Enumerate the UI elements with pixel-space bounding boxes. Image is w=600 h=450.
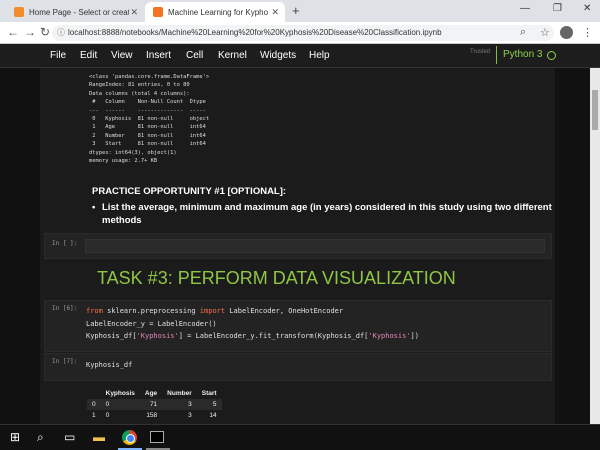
practice-heading: PRACTICE OPPORTUNITY #1 [OPTIONAL]: bbox=[92, 186, 287, 197]
table-header bbox=[87, 388, 101, 399]
more-icon[interactable]: ⋮ bbox=[582, 26, 593, 39]
menu-widgets[interactable]: Widgets bbox=[260, 50, 296, 61]
table-header: Kyphosis bbox=[105, 390, 135, 397]
menu-file[interactable]: File bbox=[50, 50, 66, 61]
table-cell: 3 bbox=[188, 412, 192, 419]
menu-kernel[interactable]: Kernel bbox=[218, 50, 247, 61]
browser-tab-notebook[interactable]: Machine Learning for Kyphosis D ✕ bbox=[145, 2, 285, 22]
code-input-empty[interactable] bbox=[85, 239, 545, 253]
tab-title: Machine Learning for Kyphosis D bbox=[168, 7, 268, 17]
windows-taskbar: ⊞ ⌕ ▭ ▬ bbox=[0, 424, 600, 450]
practice-bullet: List the average, minimum and maximum ag… bbox=[92, 201, 552, 227]
menu-view[interactable]: View bbox=[111, 50, 133, 61]
cell-prompt: In [ ]: bbox=[52, 240, 78, 247]
info-output-cell: <class 'pandas.core.frame.DataFrame'> Ra… bbox=[40, 68, 555, 178]
tab-title: Home Page - Select or create a n bbox=[29, 7, 129, 17]
code-input-7[interactable]: Kyphosis_df bbox=[86, 359, 132, 372]
maximize-icon[interactable]: ❐ bbox=[553, 3, 562, 14]
trusted-indicator[interactable]: Trusted bbox=[470, 49, 490, 55]
info-icon[interactable]: ⓘ bbox=[57, 25, 65, 41]
jupyter-favicon-icon bbox=[14, 7, 24, 17]
task-view-icon[interactable]: ▭ bbox=[64, 430, 75, 444]
table-header: Number bbox=[167, 390, 192, 397]
table-header: Start bbox=[201, 390, 217, 397]
task-heading: TASK #3: PERFORM DATA VISUALIZATION bbox=[97, 268, 456, 288]
cell-prompt: In [7]: bbox=[52, 358, 78, 365]
menu-edit[interactable]: Edit bbox=[80, 50, 97, 61]
new-tab-icon[interactable]: + bbox=[292, 3, 300, 18]
table-cell: 0 bbox=[92, 401, 96, 408]
account-icon[interactable] bbox=[560, 26, 573, 39]
minimize-icon[interactable]: — bbox=[520, 3, 530, 14]
jupyter-favicon-icon bbox=[153, 7, 163, 17]
windows-start-icon[interactable]: ⊞ bbox=[10, 430, 20, 444]
url-field[interactable]: ⓘ localhost:8888/notebooks/Machine%20Lea… bbox=[52, 25, 554, 41]
back-icon[interactable]: ← bbox=[7, 25, 19, 39]
table-header: Age bbox=[144, 390, 158, 397]
reload-icon[interactable]: ↻ bbox=[40, 25, 50, 39]
table-cell: 71 bbox=[149, 401, 158, 408]
star-icon[interactable]: ☆ bbox=[540, 26, 550, 39]
code-input-6[interactable]: from sklearn.preprocessing import LabelE… bbox=[86, 305, 419, 343]
dataframe-table: Kyphosis Age Number Start 0 0 71 3 5 1 0… bbox=[87, 388, 222, 421]
jupyter-menubar: File Edit View Insert Cell Kernel Widget… bbox=[0, 44, 600, 68]
scrollbar-thumb[interactable] bbox=[592, 90, 598, 130]
table-cell: 14 bbox=[209, 412, 217, 419]
cell-prompt: In [6]: bbox=[52, 305, 78, 312]
search-icon[interactable]: ⌕ bbox=[37, 430, 44, 445]
terminal-icon[interactable] bbox=[150, 431, 164, 443]
address-bar-row: ← → ↻ ⓘ localhost:8888/notebooks/Machine… bbox=[0, 22, 600, 44]
close-window-icon[interactable]: ✕ bbox=[583, 3, 591, 14]
notebook-area: <class 'pandas.core.frame.DataFrame'> Ra… bbox=[0, 68, 600, 424]
browser-tab-home[interactable]: Home Page - Select or create a n ✕ bbox=[6, 2, 144, 22]
url-text: localhost:8888/notebooks/Machine%20Learn… bbox=[68, 28, 442, 37]
notebook-container: <class 'pandas.core.frame.DataFrame'> Ra… bbox=[40, 68, 555, 424]
kernel-indicator: Python 3 bbox=[496, 46, 557, 64]
kernel-status-icon bbox=[547, 50, 557, 60]
table-cell: 0 bbox=[105, 412, 110, 419]
menu-cell[interactable]: Cell bbox=[186, 50, 203, 61]
table-cell: 0 bbox=[105, 401, 110, 408]
close-tab-icon[interactable]: ✕ bbox=[271, 7, 279, 18]
chrome-icon[interactable] bbox=[122, 430, 137, 445]
browser-tab-bar: Home Page - Select or create a n ✕ Machi… bbox=[0, 0, 600, 22]
table-cell: 3 bbox=[188, 401, 192, 408]
table-row: 0 0 71 3 5 bbox=[87, 399, 222, 410]
info-output-text: <class 'pandas.core.frame.DataFrame'> Ra… bbox=[89, 74, 210, 165]
forward-icon[interactable]: → bbox=[24, 25, 36, 39]
menu-insert[interactable]: Insert bbox=[146, 50, 171, 61]
kernel-name: Python 3 bbox=[503, 49, 543, 60]
menu-help[interactable]: Help bbox=[309, 50, 330, 61]
zoom-icon[interactable]: ⌕ bbox=[520, 26, 526, 39]
table-row: 1 0 158 3 14 bbox=[87, 410, 222, 421]
table-header-row: Kyphosis Age Number Start bbox=[87, 388, 222, 399]
close-tab-icon[interactable]: ✕ bbox=[130, 7, 138, 18]
file-explorer-icon[interactable]: ▬ bbox=[93, 430, 105, 444]
table-cell: 158 bbox=[146, 412, 158, 419]
table-cell: 1 bbox=[92, 412, 96, 419]
table-cell: 5 bbox=[212, 401, 217, 408]
